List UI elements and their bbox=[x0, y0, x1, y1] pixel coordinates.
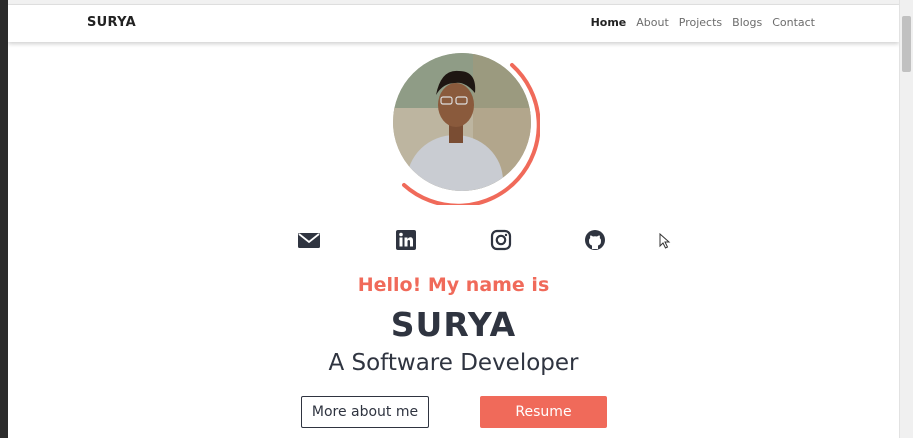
page-viewport: SURYA Home About Projects Blogs Contact bbox=[8, 0, 899, 438]
hero-name: SURYA bbox=[390, 305, 517, 344]
nav-about-link[interactable]: About bbox=[636, 16, 669, 29]
profile-avatar-container bbox=[384, 49, 540, 205]
profile-photo bbox=[393, 53, 531, 191]
more-about-button[interactable]: More about me bbox=[301, 396, 429, 428]
nav-links: Home About Projects Blogs Contact bbox=[581, 16, 815, 29]
scrollbar-thumb[interactable] bbox=[902, 16, 911, 72]
vertical-scrollbar[interactable] bbox=[899, 0, 913, 438]
nav-blogs-link[interactable]: Blogs bbox=[732, 16, 762, 29]
mouse-cursor-icon bbox=[659, 233, 671, 249]
linkedin-icon[interactable] bbox=[394, 229, 418, 251]
nav-home-link[interactable]: Home bbox=[591, 16, 627, 29]
navbar: SURYA Home About Projects Blogs Contact bbox=[8, 5, 899, 42]
nav-projects-link[interactable]: Projects bbox=[679, 16, 722, 29]
email-icon[interactable] bbox=[297, 229, 321, 251]
hero-role: A Software Developer bbox=[328, 350, 579, 376]
hero-greeting: Hello! My name is bbox=[357, 274, 550, 296]
github-icon[interactable] bbox=[583, 229, 607, 251]
instagram-icon[interactable] bbox=[489, 229, 513, 251]
nav-contact-link[interactable]: Contact bbox=[772, 16, 815, 29]
resume-button[interactable]: Resume bbox=[480, 396, 607, 428]
brand-logo[interactable]: SURYA bbox=[87, 15, 136, 30]
